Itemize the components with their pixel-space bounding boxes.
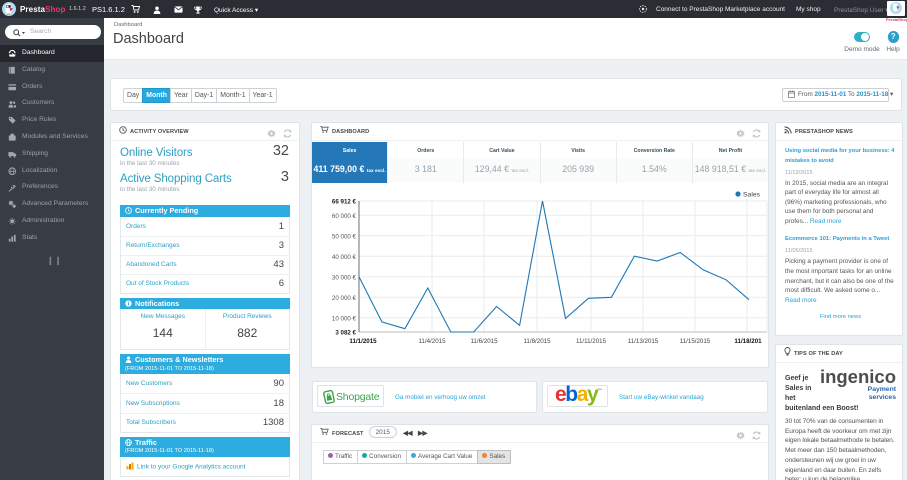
svg-text:11/11/2015: 11/11/2015 xyxy=(576,338,607,345)
svg-text:20 000 €: 20 000 € xyxy=(332,295,357,302)
svg-text:11/8/2015: 11/8/2015 xyxy=(523,338,551,345)
svg-text:11/15/2015: 11/15/2015 xyxy=(680,338,711,345)
svg-text:11/4/2015: 11/4/2015 xyxy=(418,338,446,345)
svg-text:40 000 €: 40 000 € xyxy=(332,254,357,261)
svg-text:11/18/201: 11/18/201 xyxy=(734,338,762,345)
svg-text:Sales: Sales xyxy=(743,192,761,199)
svg-text:11/1/2015: 11/1/2015 xyxy=(349,338,377,345)
svg-text:50 000 €: 50 000 € xyxy=(332,233,357,240)
svg-text:10 000 €: 10 000 € xyxy=(332,315,357,322)
svg-text:11/13/2015: 11/13/2015 xyxy=(628,338,659,345)
svg-text:11/6/2015: 11/6/2015 xyxy=(470,338,498,345)
svg-text:30 000 €: 30 000 € xyxy=(332,274,357,281)
svg-text:3 082 €: 3 082 € xyxy=(335,330,356,337)
svg-text:60 000 €: 60 000 € xyxy=(332,213,357,220)
svg-text:66 912 €: 66 912 € xyxy=(332,199,357,206)
